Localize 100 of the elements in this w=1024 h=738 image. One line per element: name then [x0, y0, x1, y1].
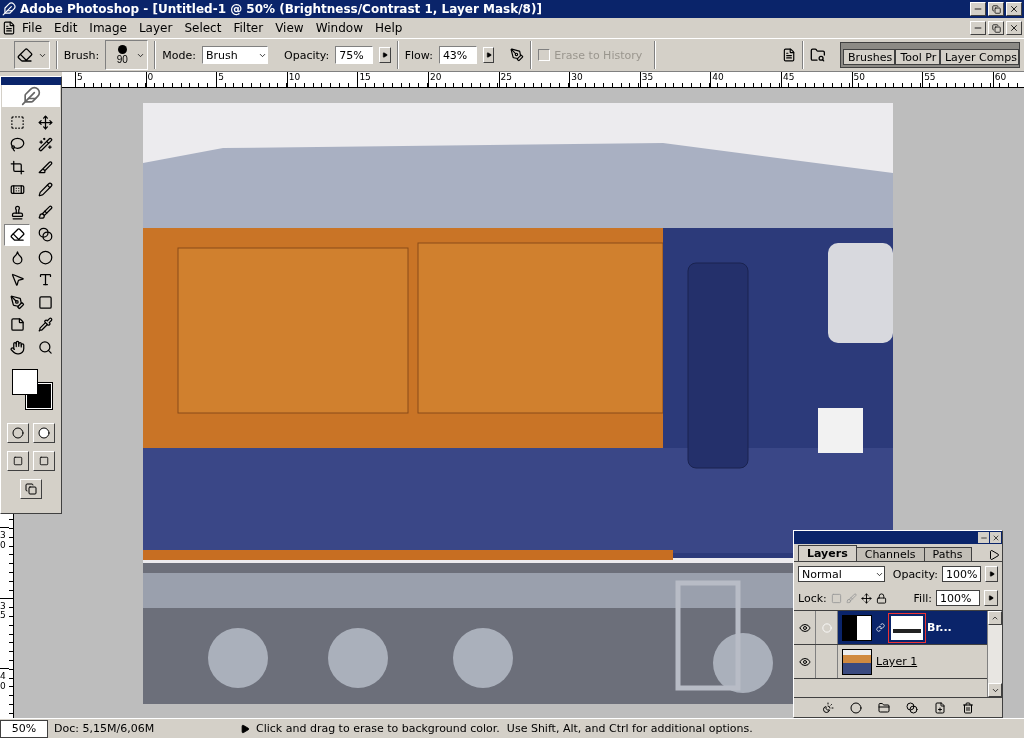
minimize-button[interactable] [970, 21, 986, 35]
folder-icon[interactable] [878, 701, 890, 714]
menu-item[interactable]: File [16, 21, 49, 35]
pencil-icon [37, 182, 53, 198]
pen-icon [9, 294, 25, 310]
flow-field[interactable]: 43% [438, 46, 477, 64]
eraser-icon [9, 227, 25, 243]
quick-mask-button[interactable] [33, 422, 55, 443]
zoom-field[interactable]: 50% [0, 719, 48, 738]
ruler-label: 10 [286, 72, 358, 87]
opacity-field[interactable]: 100% [941, 566, 982, 582]
window-icon [39, 455, 49, 466]
palette-tab[interactable]: Layer Comps [939, 49, 1019, 65]
ruler-label: 40 [710, 72, 781, 87]
lock-icon[interactable] [875, 592, 887, 604]
brush-tip-icon [117, 45, 127, 54]
brush-picker[interactable]: 90 [105, 40, 149, 70]
standard-mode-button[interactable] [7, 422, 29, 443]
document-size: Doc: 5,15M/6,06M [54, 722, 156, 735]
arrow-button[interactable] [379, 47, 391, 63]
mask-thumbnail [891, 615, 923, 640]
tool-preset-picker[interactable] [14, 41, 50, 69]
panel-tab[interactable]: Channels [855, 547, 925, 561]
triangle-icon [988, 571, 995, 577]
ruler-label: 55 [922, 72, 993, 87]
menu-item[interactable]: Filter [227, 21, 270, 35]
new-layer-icon[interactable] [934, 701, 946, 714]
windows-icon [25, 482, 37, 495]
feather-logo[interactable] [2, 85, 60, 107]
menu-item[interactable]: Layer [132, 21, 179, 35]
restore-icon [991, 4, 1001, 14]
arrow-button[interactable] [482, 47, 495, 63]
ruler-label: 20 [427, 72, 499, 87]
blend-mode-dropdown[interactable]: Normal [798, 566, 885, 582]
close-icon [1009, 23, 1019, 33]
visibility-toggle[interactable] [794, 611, 816, 644]
type-icon [37, 272, 53, 288]
restore-button[interactable] [988, 2, 1004, 16]
flow-label: Flow: [404, 48, 433, 62]
layer-row[interactable]: Layer 1 [794, 645, 987, 679]
mode-dropdown[interactable]: Brush [201, 46, 269, 64]
ruler-label: 25 [498, 72, 570, 87]
add-mask-icon[interactable] [850, 701, 862, 714]
scroll-down-button[interactable] [988, 683, 1002, 697]
feather-icon [21, 86, 41, 106]
feather-icon [2, 2, 16, 16]
move-icon [37, 114, 53, 130]
brush-label: Brush: [63, 48, 100, 62]
ruler-label: 30 [0, 527, 9, 598]
arrow-button[interactable] [985, 566, 998, 582]
menu-item[interactable]: Window [309, 21, 369, 35]
triangle-icon [485, 52, 492, 58]
circle-icon [12, 426, 24, 439]
opacity-label: Opacity: [284, 48, 330, 62]
trash-icon[interactable] [962, 701, 974, 714]
marquee-icon [9, 114, 25, 130]
crop-icon [9, 159, 25, 175]
opacity-field[interactable]: 75% [335, 46, 374, 64]
minimize-button[interactable] [970, 2, 986, 16]
eyedropper-icon [37, 317, 53, 333]
screen-mode-button[interactable] [33, 450, 55, 471]
caret-icon [991, 614, 999, 622]
restore-button[interactable] [988, 21, 1004, 35]
ruler-label: 50 [851, 72, 923, 87]
play-icon[interactable] [240, 723, 250, 734]
brush-size: 90 [116, 54, 128, 65]
fill-field[interactable]: 100% [936, 590, 980, 606]
menu-item[interactable]: Edit [48, 21, 84, 35]
eye-icon [798, 655, 811, 668]
triangle-icon [988, 595, 994, 601]
panel-tab[interactable]: Paths [923, 547, 972, 561]
menu-item[interactable]: View [269, 21, 310, 35]
menu-item[interactable]: Select [178, 21, 228, 35]
foreground-color-swatch[interactable] [12, 368, 38, 395]
scrollbar[interactable] [987, 611, 1002, 697]
close-button[interactable] [990, 532, 1001, 543]
eraser-tool[interactable] [4, 223, 30, 246]
screen-mode-button[interactable] [7, 450, 29, 471]
arrow-button[interactable] [984, 590, 998, 606]
lock-position-icon[interactable] [860, 592, 872, 604]
close-button[interactable] [1006, 21, 1022, 35]
window-title: Adobe Photoshop - [Untitled-1 @ 50% (Brightness/Contrast 1, Layer Mask/8)] [20, 2, 543, 16]
document-list-icon[interactable] [782, 46, 797, 64]
menu-item[interactable]: Image [83, 21, 133, 35]
zoom-icon [37, 339, 53, 355]
jump-to-button[interactable] [20, 478, 42, 499]
document-icon[interactable] [2, 21, 16, 35]
palette-tab[interactable]: Tool Pr [895, 49, 940, 65]
menu-item[interactable]: Help [368, 21, 409, 35]
folder-search-icon[interactable] [810, 45, 826, 65]
lasso-icon [9, 137, 25, 153]
scroll-up-button[interactable] [988, 611, 1002, 625]
rectangle-icon [37, 294, 53, 310]
panel-menu-icon[interactable] [988, 549, 1000, 561]
palette-tab[interactable]: Brushes [843, 49, 896, 65]
close-button[interactable] [1006, 2, 1022, 16]
panel-tab[interactable]: Layers [798, 545, 857, 561]
droplet-icon [9, 249, 25, 265]
layer-row[interactable]: Br... [794, 611, 987, 645]
slice-icon [37, 159, 53, 175]
